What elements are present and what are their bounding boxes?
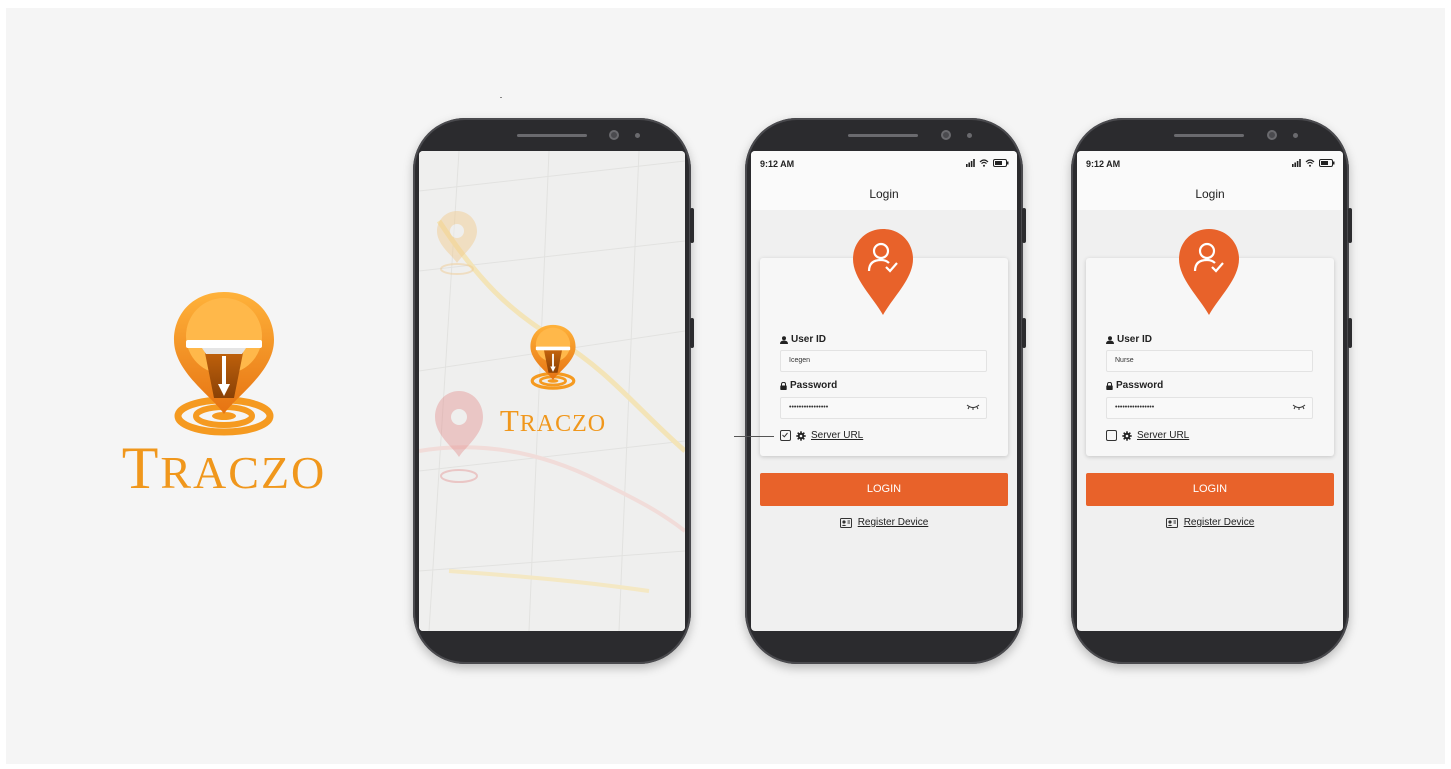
callout-line	[734, 436, 774, 437]
register-device-link[interactable]: Register Device	[751, 517, 1017, 528]
password-label: Password	[1106, 380, 1163, 391]
check-icon	[782, 432, 788, 438]
splash-screen: TRACZO	[419, 151, 685, 631]
server-url-checkbox[interactable]	[780, 430, 791, 441]
gear-icon	[1122, 430, 1132, 441]
login-screen-1: 9:12 AM Login User ID Icegen Password ••…	[751, 151, 1017, 631]
signal-icon	[966, 159, 975, 167]
user-id-label: User ID	[780, 334, 826, 345]
password-label: Password	[780, 380, 837, 391]
splash-wordmark: TRACZO	[499, 403, 607, 438]
page-title: Login	[869, 187, 899, 201]
splash-logo: TRACZO	[483, 319, 623, 439]
battery-icon	[993, 159, 1009, 167]
eye-closed-icon[interactable]	[1292, 403, 1306, 411]
user-icon	[780, 335, 788, 344]
phone-login-1: 9:12 AM Login User ID Icegen Password ••…	[745, 118, 1026, 664]
signal-icon	[1292, 159, 1301, 167]
wifi-icon	[1305, 159, 1315, 167]
gear-icon	[796, 430, 806, 441]
page-title: Login	[1195, 187, 1225, 201]
password-input[interactable]: ••••••••••••••••	[1106, 397, 1313, 419]
phone-splash: TRACZO	[413, 118, 694, 664]
status-bar: 9:12 AM	[1077, 151, 1343, 177]
wifi-icon	[979, 159, 989, 167]
server-url-checkbox[interactable]	[1106, 430, 1117, 441]
status-time: 9:12 AM	[760, 159, 795, 169]
password-input[interactable]: ••••••••••••••••	[780, 397, 987, 419]
app-header: Login	[1077, 177, 1343, 210]
phone-login-2: 9:12 AM Login User ID Nurse Password •••…	[1071, 118, 1352, 664]
user-id-input[interactable]: Nurse	[1106, 350, 1313, 372]
brand-logo: TRACZO	[104, 288, 344, 503]
server-url-row: Server URL	[780, 430, 863, 441]
user-id-input[interactable]: Icegen	[780, 350, 987, 372]
device-register-icon	[839, 517, 852, 528]
user-check-pin-icon	[853, 229, 913, 315]
user-id-label: User ID	[1106, 334, 1152, 345]
login-button[interactable]: LOGIN	[1086, 473, 1334, 506]
traczo-pin-icon	[530, 324, 576, 390]
status-time: 9:12 AM	[1086, 159, 1121, 169]
app-header: Login	[751, 177, 1017, 210]
device-register-icon	[1165, 517, 1178, 528]
traczo-pin-icon	[174, 292, 274, 436]
register-device-link[interactable]: Register Device	[1077, 517, 1343, 528]
user-icon	[1106, 335, 1114, 344]
server-url-link[interactable]: Server URL	[1137, 430, 1189, 441]
lock-icon	[780, 381, 787, 390]
server-url-link[interactable]: Server URL	[811, 430, 863, 441]
login-button[interactable]: LOGIN	[760, 473, 1008, 506]
user-check-pin-icon	[1179, 229, 1239, 315]
brand-wordmark: TRACZO	[121, 435, 327, 501]
stray-dot	[500, 97, 502, 98]
server-url-row: Server URL	[1106, 430, 1189, 441]
login-screen-2: 9:12 AM Login User ID Nurse Password •••…	[1077, 151, 1343, 631]
battery-icon	[1319, 159, 1335, 167]
status-bar: 9:12 AM	[751, 151, 1017, 177]
lock-icon	[1106, 381, 1113, 390]
eye-closed-icon[interactable]	[966, 403, 980, 411]
